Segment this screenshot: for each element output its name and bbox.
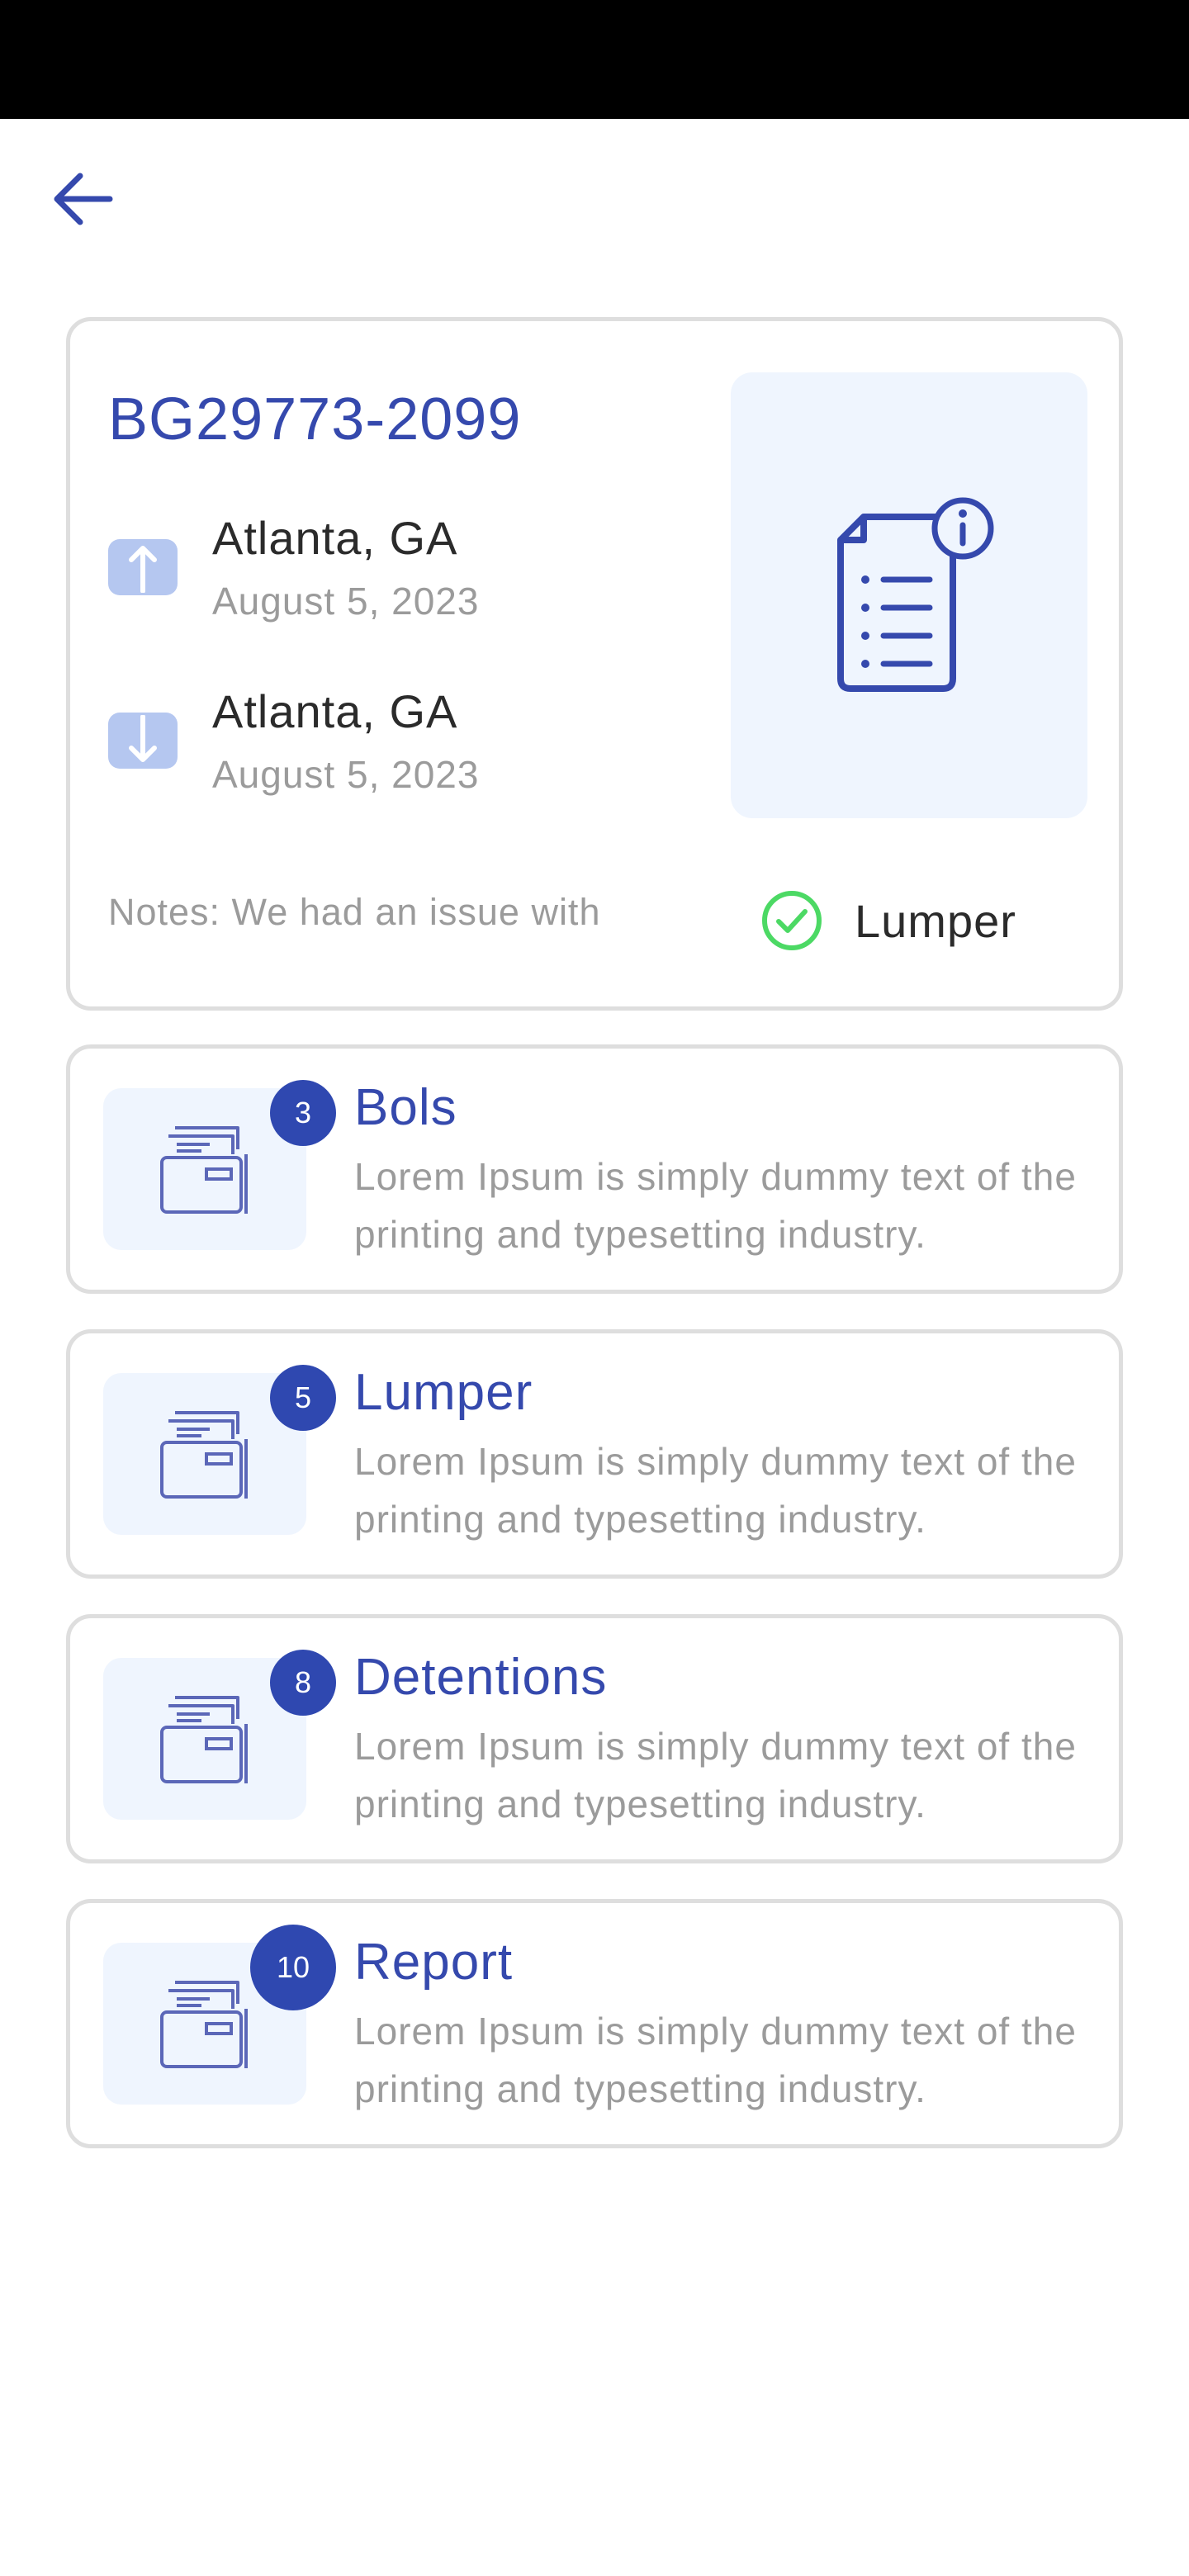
arrow-left-icon [54,173,113,225]
document-description: Lorem Ipsum is simply dummy text of the … [354,1440,1077,1541]
document-card-bols[interactable]: 3 Bols Lorem Ipsum is simply dummy text … [66,1044,1123,1294]
document-description: Lorem Ipsum is simply dummy text of the … [354,2010,1077,2110]
dropoff-icon [108,713,178,769]
folder-icon [160,1411,248,1499]
document-card-report[interactable]: 10 Report Lorem Ipsum is simply dummy te… [66,1899,1123,2148]
folder-icon [160,1696,248,1783]
dropoff-date: August 5, 2023 [212,753,480,796]
document-title: Report [354,1934,514,1991]
document-title: Detentions [354,1649,608,1706]
document-count-badge: 5 [270,1365,336,1431]
back-button[interactable] [46,162,121,236]
document-description: Lorem Ipsum is simply dummy text of the … [354,1725,1077,1825]
check-circle-icon [762,891,822,950]
arrow-up-icon [129,546,157,593]
load-id: BG29773-2099 [108,386,522,452]
dropoff-stop: Atlanta, GA August 5, 2023 [108,684,736,808]
document-count-badge: 3 [270,1080,336,1146]
pickup-city: Atlanta, GA [212,512,458,564]
document-count-badge: 10 [250,1925,336,2010]
document-card-lumper[interactable]: 5 Lumper Lorem Ipsum is simply dummy tex… [66,1329,1123,1579]
pickup-date: August 5, 2023 [212,580,480,623]
document-info-icon [837,497,994,692]
folder-icon [160,1126,248,1214]
document-card-detentions[interactable]: 8 Detentions Lorem Ipsum is simply dummy… [66,1614,1123,1863]
document-title: Bols [354,1079,457,1136]
arrow-down-icon [129,715,157,762]
lumper-status-label: Lumper [855,894,1016,947]
document-preview[interactable] [731,372,1087,818]
document-count-badge: 8 [270,1650,336,1716]
dropoff-city: Atlanta, GA [212,685,458,737]
document-description: Lorem Ipsum is simply dummy text of the … [354,1155,1077,1256]
lumper-status: Lumper [760,889,1016,952]
folder-icon [160,1981,248,2068]
pickup-icon [108,539,178,595]
load-summary-card[interactable]: BG29773-2099 Atlanta, GA August 5, 2023 … [66,317,1123,1011]
load-notes: Notes: We had an issue with [108,891,601,933]
status-bar [0,0,1189,119]
document-title: Lumper [354,1364,533,1421]
pickup-stop: Atlanta, GA August 5, 2023 [108,511,736,635]
